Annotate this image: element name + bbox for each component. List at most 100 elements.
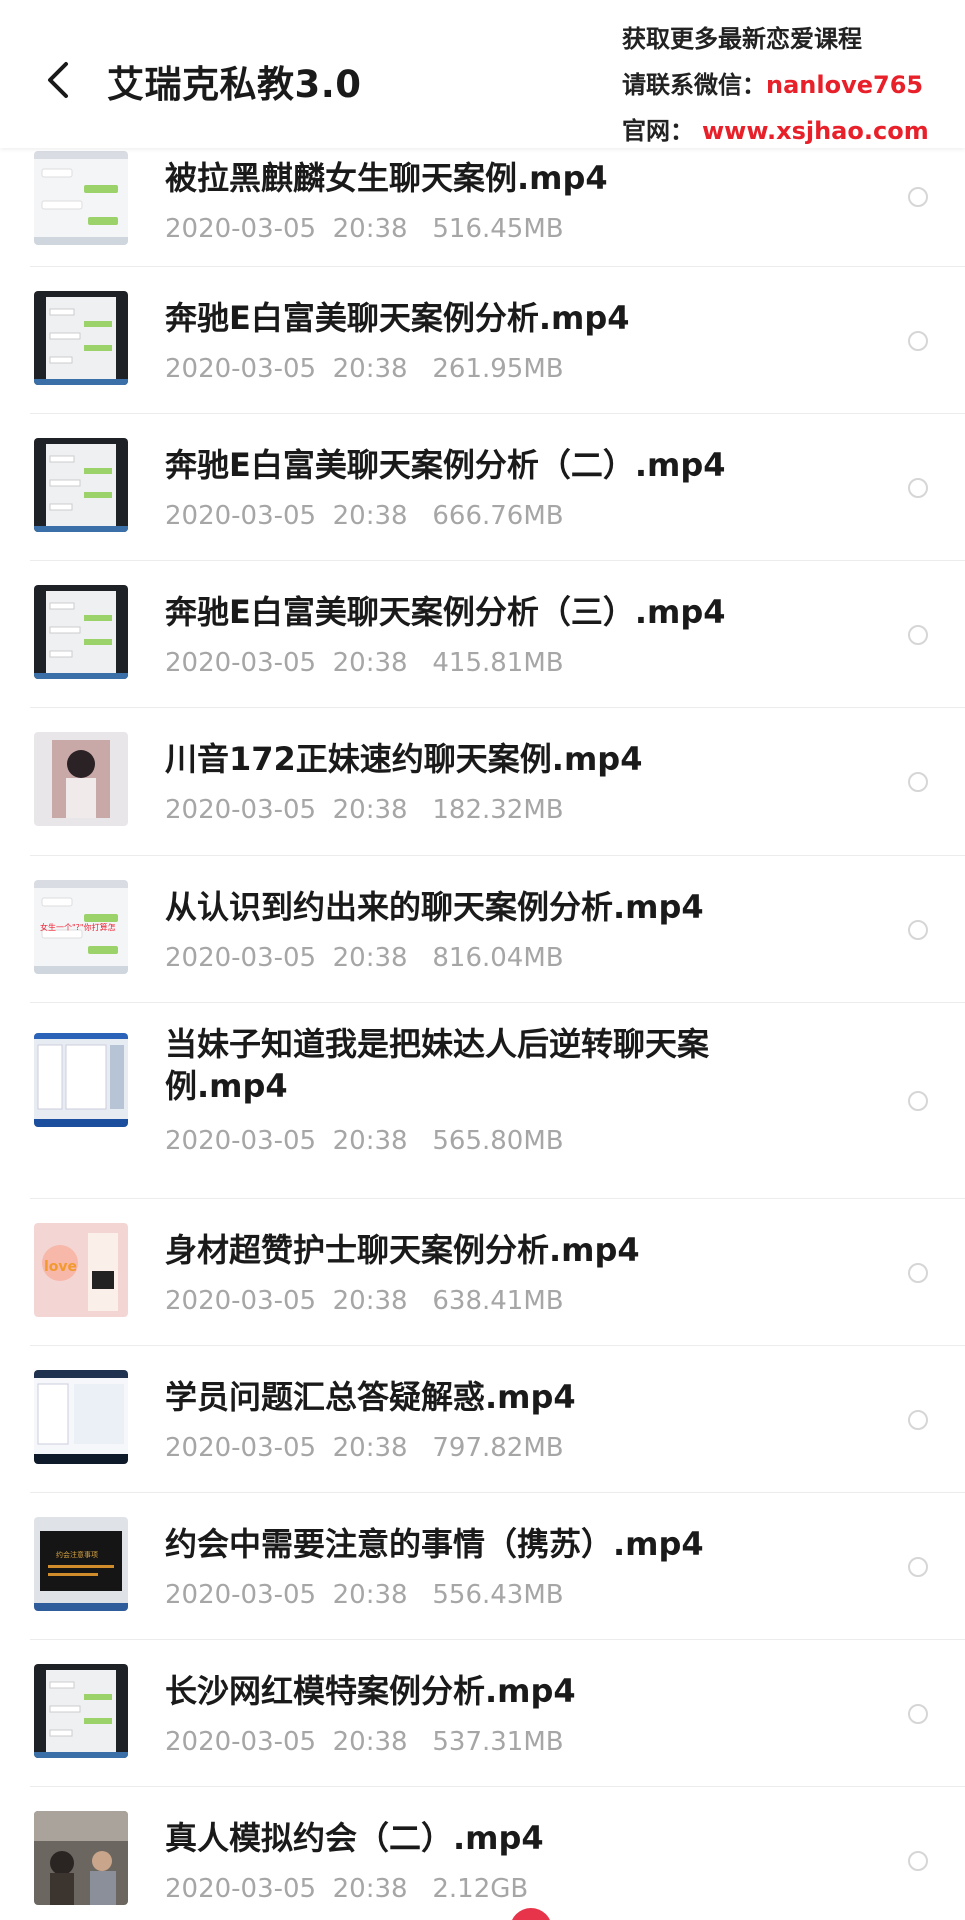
file-date: 2020-03-05 bbox=[165, 1580, 317, 1610]
file-date: 2020-03-05 bbox=[165, 1433, 317, 1463]
select-radio[interactable] bbox=[908, 1557, 928, 1577]
svg-text:约会注意事项: 约会注意事项 bbox=[56, 1550, 98, 1559]
select-radio[interactable] bbox=[908, 187, 928, 207]
select-radio[interactable] bbox=[908, 1410, 928, 1430]
back-button[interactable] bbox=[36, 52, 80, 108]
file-row[interactable]: 奔驰E白富美聊天案例分析（二）.mp4 2020-03-05 20:38 666.… bbox=[0, 414, 965, 561]
file-time: 20:38 bbox=[332, 943, 408, 973]
file-meta: 2020-03-05 20:38 2.12GB bbox=[165, 1873, 528, 1905]
file-row[interactable]: 长沙网红模特案例分析.mp4 2020-03-05 20:38 537.31MB bbox=[0, 1640, 965, 1787]
select-radio[interactable] bbox=[908, 331, 928, 351]
file-size: 261.95MB bbox=[432, 354, 564, 384]
file-name: 奔驰E白富美聊天案例分析.mp4 bbox=[165, 299, 630, 337]
file-name: 被拉黑麒麟女生聊天案例.mp4 bbox=[165, 159, 608, 197]
file-meta: 2020-03-05 20:38 537.31MB bbox=[165, 1726, 564, 1758]
file-time: 20:38 bbox=[332, 1433, 408, 1463]
file-time: 20:38 bbox=[332, 214, 408, 244]
promo-line-2: 请联系微信：nanlove765 bbox=[622, 62, 962, 108]
file-date: 2020-03-05 bbox=[165, 1727, 317, 1757]
file-meta: 2020-03-05 20:38 261.95MB bbox=[165, 353, 564, 385]
svg-text:love: love bbox=[44, 1259, 77, 1275]
file-date: 2020-03-05 bbox=[165, 943, 317, 973]
video-thumbnail: 女生一个"?"你打算怎 bbox=[34, 880, 128, 974]
file-row[interactable]: love 身材超赞护士聊天案例分析.mp4 2020-03-05 20:38 638… bbox=[0, 1199, 965, 1346]
file-row[interactable]: 奔驰E白富美聊天案例分析.mp4 2020-03-05 20:38 261.95M… bbox=[0, 267, 965, 414]
promo-site-url: www.xsjhao.com bbox=[702, 117, 929, 145]
select-radio[interactable] bbox=[908, 1704, 928, 1724]
file-time: 20:38 bbox=[332, 501, 408, 531]
file-meta: 2020-03-05 20:38 797.82MB bbox=[165, 1432, 564, 1464]
file-date: 2020-03-05 bbox=[165, 354, 317, 384]
video-thumbnail: 约会注意事项 bbox=[34, 1517, 128, 1611]
video-thumbnail: love bbox=[34, 1223, 128, 1317]
file-row[interactable]: 真人模拟约会（二）.mp4 2020-03-05 20:38 2.12GB bbox=[0, 1787, 965, 1920]
file-date: 2020-03-05 bbox=[165, 501, 317, 531]
video-thumbnail bbox=[34, 1811, 128, 1905]
file-meta: 2020-03-05 20:38 565.80MB bbox=[165, 1125, 564, 1157]
file-time: 20:38 bbox=[332, 1286, 408, 1316]
select-radio[interactable] bbox=[908, 1851, 928, 1871]
file-row[interactable]: 女生一个"?"你打算怎 从认识到约出来的聊天案例分析.mp4 2020-03-05 … bbox=[0, 856, 965, 1003]
file-name: 学员问题汇总答疑解惑.mp4 bbox=[165, 1378, 576, 1416]
video-thumbnail bbox=[34, 438, 128, 532]
top-bar: 艾瑞克私教3.0 获取更多最新恋爱课程 请联系微信：nanlove765 官网：… bbox=[0, 0, 965, 148]
file-date: 2020-03-05 bbox=[165, 1874, 317, 1904]
file-meta: 2020-03-05 20:38 666.76MB bbox=[165, 500, 564, 532]
video-thumbnail bbox=[34, 732, 128, 826]
file-name: 奔驰E白富美聊天案例分析（三）.mp4 bbox=[165, 593, 726, 631]
file-name: 当妹子知道我是把妹达人后逆转聊天案例.mp4 bbox=[165, 1025, 710, 1105]
file-date: 2020-03-05 bbox=[165, 214, 317, 244]
file-date: 2020-03-05 bbox=[165, 648, 317, 678]
file-time: 20:38 bbox=[332, 795, 408, 825]
promo-wechat-label: 请联系微信： bbox=[622, 71, 766, 99]
file-meta: 2020-03-05 20:38 415.81MB bbox=[165, 647, 564, 679]
select-radio[interactable] bbox=[908, 625, 928, 645]
file-name: 身材超赞护士聊天案例分析.mp4 bbox=[165, 1231, 640, 1269]
file-time: 20:38 bbox=[332, 1580, 408, 1610]
file-size: 816.04MB bbox=[432, 943, 564, 973]
file-time: 20:38 bbox=[332, 1727, 408, 1757]
select-radio[interactable] bbox=[908, 920, 928, 940]
select-radio[interactable] bbox=[908, 1091, 928, 1111]
file-size: 537.31MB bbox=[432, 1727, 564, 1757]
video-thumbnail bbox=[34, 151, 128, 245]
promo-line-3: 官网： www.xsjhao.com bbox=[622, 108, 962, 154]
file-time: 20:38 bbox=[332, 1126, 408, 1156]
video-thumbnail bbox=[34, 585, 128, 679]
file-size: 415.81MB bbox=[432, 648, 564, 678]
file-size: 516.45MB bbox=[432, 214, 564, 244]
file-name: 川音172正妹速约聊天案例.mp4 bbox=[165, 740, 643, 778]
file-meta: 2020-03-05 20:38 638.41MB bbox=[165, 1285, 564, 1317]
video-thumbnail bbox=[34, 291, 128, 385]
file-size: 565.80MB bbox=[432, 1126, 564, 1156]
file-time: 20:38 bbox=[332, 1874, 408, 1904]
file-name: 奔驰E白富美聊天案例分析（二）.mp4 bbox=[165, 446, 726, 484]
file-row[interactable]: 奔驰E白富美聊天案例分析（三）.mp4 2020-03-05 20:38 415.… bbox=[0, 561, 965, 708]
select-radio[interactable] bbox=[908, 1263, 928, 1283]
file-name: 约会中需要注意的事情（携苏）.mp4 bbox=[165, 1525, 704, 1563]
file-name: 长沙网红模特案例分析.mp4 bbox=[165, 1672, 576, 1710]
file-row[interactable]: 学员问题汇总答疑解惑.mp4 2020-03-05 20:38 797.82MB bbox=[0, 1346, 965, 1493]
svg-text:女生一个"?"你打算怎: 女生一个"?"你打算怎 bbox=[40, 922, 116, 932]
file-row[interactable]: 当妹子知道我是把妹达人后逆转聊天案例.mp4 2020-03-05 20:38 5… bbox=[0, 1003, 965, 1199]
file-size: 797.82MB bbox=[432, 1433, 564, 1463]
file-meta: 2020-03-05 20:38 182.32MB bbox=[165, 794, 564, 826]
select-radio[interactable] bbox=[908, 772, 928, 792]
file-row[interactable]: 川音172正妹速约聊天案例.mp4 2020-03-05 20:38 182.32… bbox=[0, 708, 965, 856]
promo-site-label: 官网： bbox=[622, 117, 694, 145]
video-thumbnail bbox=[34, 1664, 128, 1758]
app-root: 被拉黑麒麟女生聊天案例.mp4 2020-03-05 20:38 516.45MB… bbox=[0, 0, 965, 1920]
page-title: 艾瑞克私教3.0 bbox=[107, 63, 362, 106]
file-name: 真人模拟约会（二）.mp4 bbox=[165, 1819, 544, 1857]
file-size: 666.76MB bbox=[432, 501, 564, 531]
file-size: 556.43MB bbox=[432, 1580, 564, 1610]
select-radio[interactable] bbox=[908, 478, 928, 498]
file-row[interactable]: 约会注意事项 约会中需要注意的事情（携苏）.mp4 2020-03-05 20:38… bbox=[0, 1493, 965, 1640]
file-meta: 2020-03-05 20:38 516.45MB bbox=[165, 213, 564, 245]
chevron-left-icon bbox=[48, 62, 68, 98]
file-date: 2020-03-05 bbox=[165, 1286, 317, 1316]
file-size: 182.32MB bbox=[432, 795, 564, 825]
file-meta: 2020-03-05 20:38 816.04MB bbox=[165, 942, 564, 974]
file-meta: 2020-03-05 20:38 556.43MB bbox=[165, 1579, 564, 1611]
file-name: 从认识到约出来的聊天案例分析.mp4 bbox=[165, 888, 704, 926]
